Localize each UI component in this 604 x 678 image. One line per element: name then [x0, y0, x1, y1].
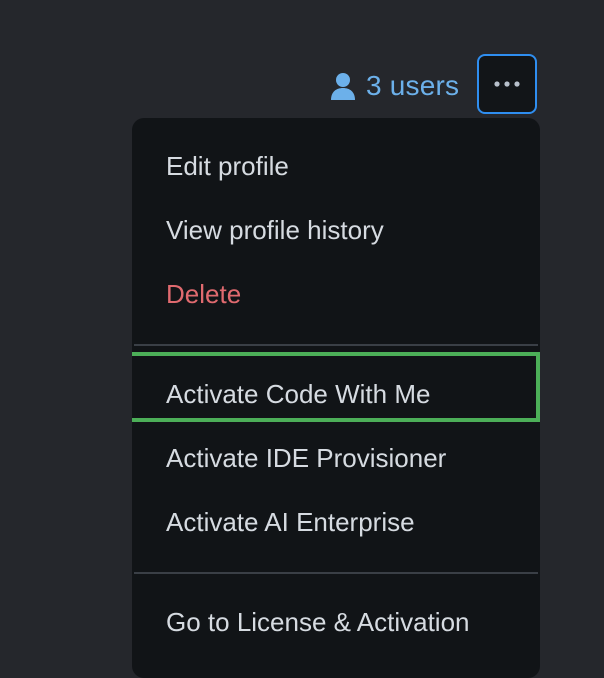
menu-item-activate-ai-enterprise[interactable]: Activate AI Enterprise: [166, 506, 415, 538]
ellipsis-icon: [494, 81, 520, 87]
menu-item-activate-ide-provisioner[interactable]: Activate IDE Provisioner: [166, 442, 446, 474]
menu-item-view-profile-history[interactable]: View profile history: [166, 214, 384, 246]
menu-item-edit-profile[interactable]: Edit profile: [166, 150, 289, 182]
actions-dropdown-menu: Edit profile View profile history Delete…: [132, 118, 540, 678]
user-icon: [331, 73, 355, 100]
users-count-label: 3 users: [366, 70, 460, 101]
menu-item-go-to-license-activation[interactable]: Go to License & Activation: [166, 606, 470, 638]
menu-divider: [134, 572, 538, 574]
menu-divider: [134, 344, 538, 346]
menu-item-delete[interactable]: Delete: [166, 278, 241, 310]
menu-item-activate-code-with-me[interactable]: Activate Code With Me: [166, 378, 430, 410]
users-count-link[interactable]: 3 users: [328, 66, 459, 106]
more-options-button[interactable]: [477, 54, 537, 114]
